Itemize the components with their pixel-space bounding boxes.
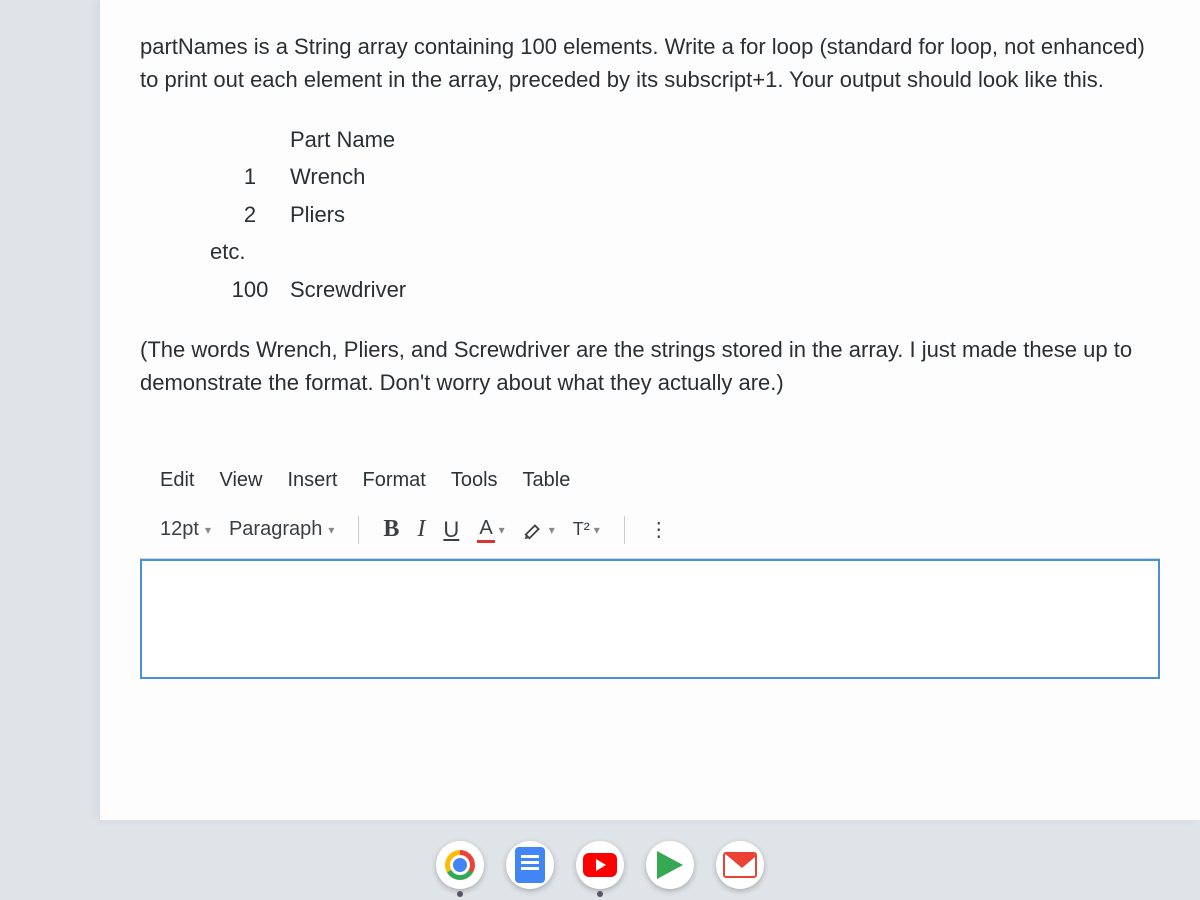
example-header-name: Part Name [290, 121, 1160, 158]
rich-text-editor: Edit View Insert Format Tools Table 12pt… [140, 459, 1160, 679]
superscript-label: T² [573, 519, 590, 540]
example-row-name: Wrench [290, 158, 1160, 195]
example-row-name: Screwdriver [290, 271, 1160, 308]
chevron-down-icon: ▾ [499, 523, 505, 537]
youtube-icon [583, 853, 617, 877]
chevron-down-icon: ▾ [549, 523, 555, 537]
menu-insert[interactable]: Insert [287, 469, 337, 492]
chevron-down-icon: ▾ [205, 523, 211, 537]
answer-textarea[interactable] [140, 559, 1160, 679]
block-style-label: Paragraph [229, 518, 322, 541]
example-header-num [210, 121, 290, 158]
chrome-icon [445, 850, 475, 880]
menu-view[interactable]: View [219, 469, 262, 492]
highlighter-icon [523, 519, 545, 541]
font-size-label: 12pt [160, 518, 199, 541]
question-note: (The words Wrench, Pliers, and Screwdriv… [140, 333, 1160, 399]
editor-toolbar: 12pt ▾ Paragraph ▾ B I U A ▾ ▾ [140, 502, 1160, 559]
youtube-app-icon[interactable] [576, 841, 624, 889]
question-prompt: partNames is a String array containing 1… [140, 30, 1160, 96]
chevron-down-icon: ▾ [594, 523, 600, 537]
menu-edit[interactable]: Edit [160, 469, 194, 492]
more-options-button[interactable]: ⋮ [649, 517, 671, 542]
gmail-icon [723, 852, 757, 878]
gmail-app-icon[interactable] [716, 841, 764, 889]
os-taskbar [0, 830, 1200, 900]
chevron-down-icon: ▾ [328, 523, 334, 537]
example-row-num: 100 [210, 271, 290, 308]
play-icon [657, 851, 683, 879]
example-row: 1 Wrench [210, 158, 1160, 195]
underline-button[interactable]: U [443, 517, 459, 543]
running-indicator-icon [457, 891, 463, 897]
italic-button[interactable]: I [417, 516, 425, 543]
play-store-app-icon[interactable] [646, 841, 694, 889]
docs-app-icon[interactable] [506, 841, 554, 889]
example-row-name: Pliers [290, 196, 1160, 233]
editor-menubar: Edit View Insert Format Tools Table [140, 459, 1160, 502]
highlight-button[interactable]: ▾ [523, 519, 555, 541]
toolbar-divider [358, 516, 359, 544]
example-etc: etc. [210, 233, 1160, 270]
superscript-button[interactable]: T² ▾ [573, 519, 600, 540]
chrome-app-icon[interactable] [436, 841, 484, 889]
block-style-select[interactable]: Paragraph ▾ [229, 518, 334, 541]
menu-tools[interactable]: Tools [451, 469, 498, 492]
example-row-num: 2 [210, 196, 290, 233]
example-row: 2 Pliers [210, 196, 1160, 233]
running-indicator-icon [597, 891, 603, 897]
text-color-button[interactable]: A ▾ [477, 517, 504, 543]
example-row: 100 Screwdriver [210, 271, 1160, 308]
toolbar-divider [624, 516, 625, 544]
menu-format[interactable]: Format [363, 469, 426, 492]
text-color-icon: A [477, 517, 494, 543]
example-header: Part Name [210, 121, 1160, 158]
document-icon [515, 847, 545, 883]
question-panel: partNames is a String array containing 1… [100, 0, 1200, 820]
example-output: Part Name 1 Wrench 2 Pliers etc. 100 Scr… [210, 121, 1160, 308]
bold-button[interactable]: B [383, 516, 399, 543]
etc-text: etc. [210, 233, 245, 270]
example-row-num: 1 [210, 158, 290, 195]
font-size-select[interactable]: 12pt ▾ [160, 518, 211, 541]
menu-table[interactable]: Table [523, 469, 571, 492]
